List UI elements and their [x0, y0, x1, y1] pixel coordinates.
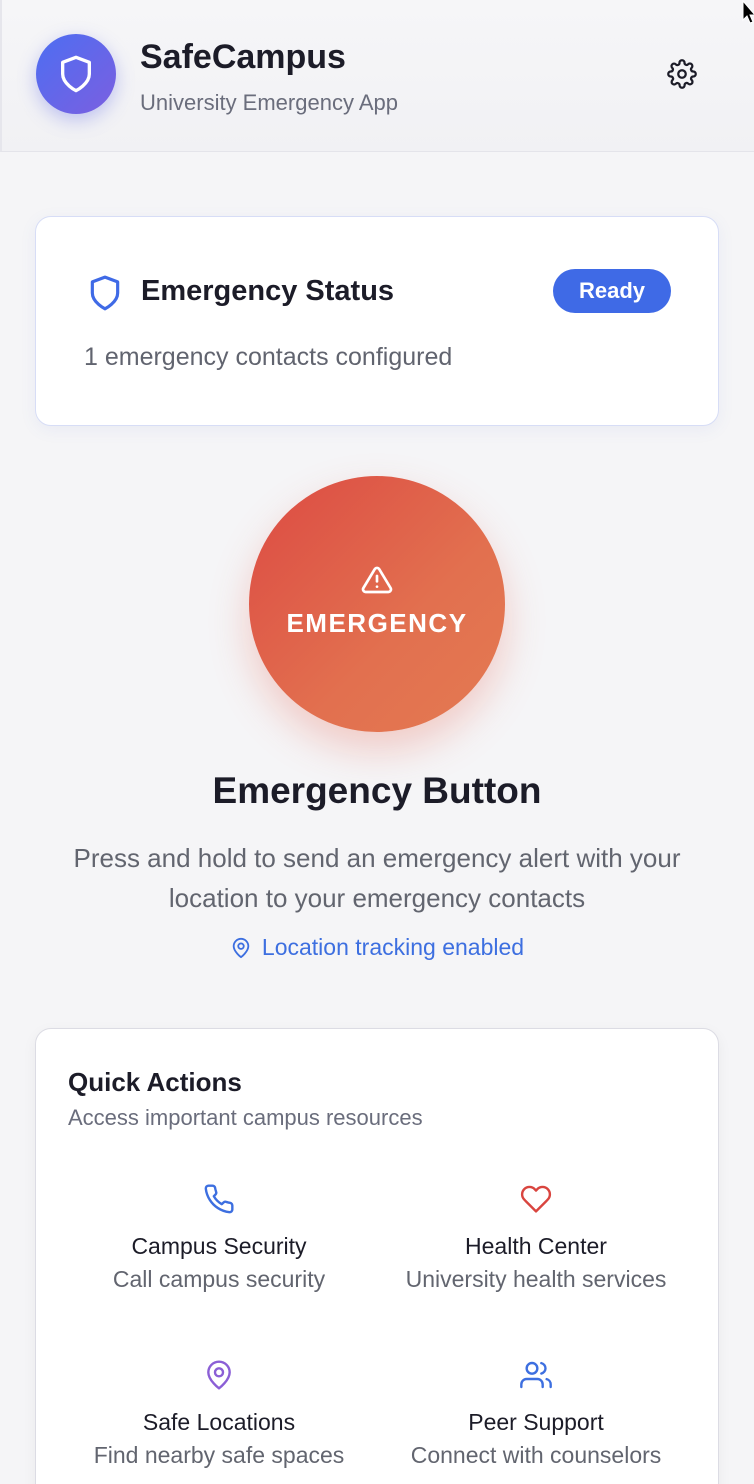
- quick-action-campus-security[interactable]: Campus Security Call campus security: [59, 1183, 379, 1323]
- phone-icon: [204, 1184, 234, 1214]
- quick-actions-title: Quick Actions: [68, 1067, 242, 1097]
- emergency-status-card: Emergency Status Ready 1 emergency conta…: [35, 216, 719, 426]
- map-pin-icon: [207, 1360, 231, 1390]
- emergency-button-label: EMERGENCY: [286, 608, 468, 638]
- alert-triangle-icon: [361, 566, 393, 594]
- quick-action-peer-support[interactable]: Peer Support Connect with counselors: [376, 1359, 696, 1484]
- quick-action-description: Find nearby safe spaces: [93, 1442, 345, 1468]
- quick-action-safe-locations[interactable]: Safe Locations Find nearby safe spaces: [59, 1359, 379, 1484]
- quick-action-label: Safe Locations: [142, 1409, 296, 1435]
- quick-action-description: University health services: [405, 1266, 667, 1292]
- app-title: SafeCampus: [140, 38, 346, 76]
- shield-icon: [61, 55, 92, 93]
- status-badge: Ready: [553, 269, 671, 313]
- location-status-text: Location tracking enabled: [261, 934, 525, 960]
- map-pin-icon: [232, 937, 250, 958]
- emergency-contacts-count: 1 emergency contacts configured: [84, 343, 453, 371]
- emergency-button[interactable]: EMERGENCY: [249, 476, 505, 732]
- shield-icon: [90, 275, 120, 311]
- quick-action-label: Peer Support: [468, 1409, 604, 1435]
- users-icon: [520, 1361, 552, 1389]
- emergency-description: Press and hold to send an emergency aler…: [73, 843, 681, 913]
- heart-icon: [520, 1185, 552, 1213]
- mouse-cursor-icon: [742, 0, 754, 24]
- app-subtitle: University Emergency App: [140, 90, 398, 115]
- app-header: SafeCampus University Emergency App: [0, 0, 754, 152]
- quick-actions-subtitle: Access important campus resources: [68, 1105, 423, 1130]
- app-logo: [36, 34, 116, 114]
- status-title: Emergency Status: [141, 275, 395, 307]
- quick-actions-card: Quick Actions Access important campus re…: [35, 1028, 719, 1484]
- gear-icon: [667, 59, 697, 89]
- quick-action-health-center[interactable]: Health Center University health services: [376, 1183, 696, 1323]
- location-status: Location tracking enabled: [0, 934, 754, 961]
- emergency-heading: Emergency Button: [212, 770, 542, 811]
- quick-action-description: Call campus security: [112, 1266, 326, 1292]
- settings-button[interactable]: [662, 54, 702, 94]
- quick-action-label: Health Center: [465, 1233, 607, 1259]
- quick-action-label: Campus Security: [131, 1233, 307, 1259]
- quick-action-description: Connect with counselors: [410, 1442, 662, 1468]
